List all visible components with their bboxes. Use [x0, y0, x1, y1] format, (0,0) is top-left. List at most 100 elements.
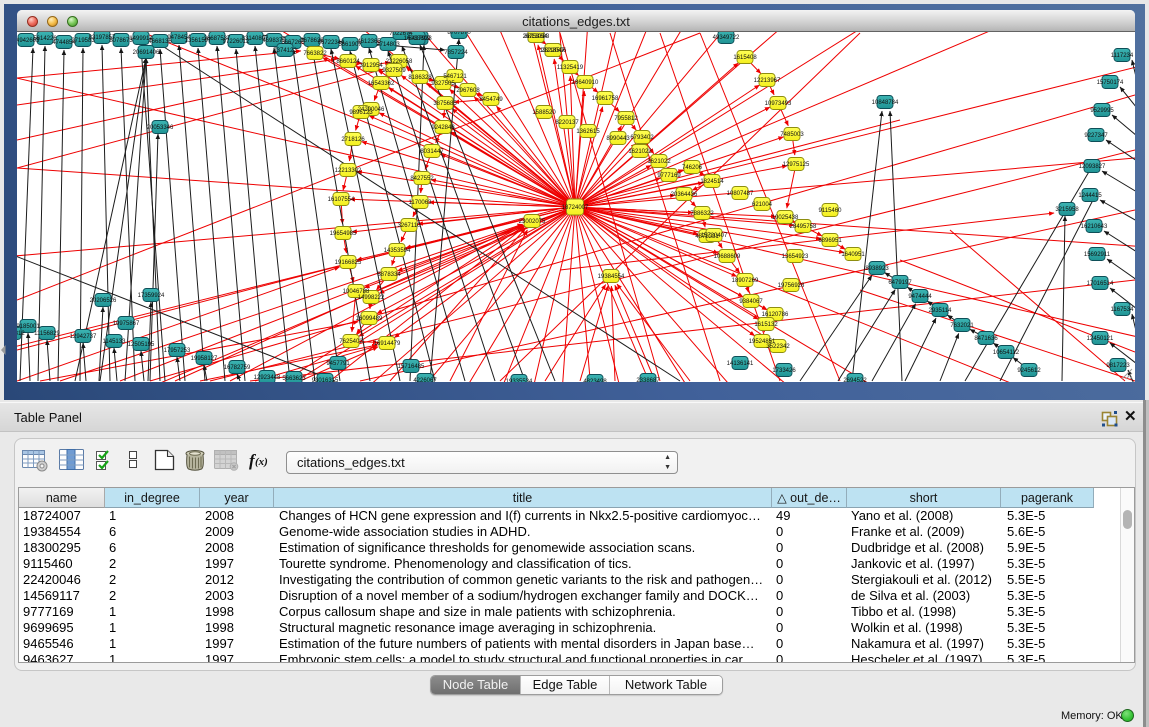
svg-text:1244415: 1244415 [1078, 193, 1102, 199]
svg-text:621004: 621004 [752, 202, 773, 208]
svg-text:20691406: 20691406 [133, 50, 160, 56]
svg-text:12923448: 12923448 [254, 375, 281, 381]
svg-text:15750174: 15750174 [1097, 80, 1124, 86]
svg-text:8220137: 8220137 [555, 120, 579, 126]
svg-text:1615408: 1615408 [733, 55, 757, 61]
svg-text:8938923: 8938923 [865, 266, 889, 272]
svg-text:10975867: 10975867 [113, 321, 140, 327]
svg-text:16782759: 16782759 [224, 365, 251, 371]
svg-text:1733426: 1733426 [772, 368, 796, 374]
svg-text:9115460: 9115460 [819, 208, 843, 214]
svg-text:1117234: 1117234 [1111, 53, 1134, 59]
svg-text:10973493: 10973493 [765, 101, 792, 107]
svg-text:16961758: 16961758 [592, 96, 619, 102]
svg-text:12450121: 12450121 [1087, 336, 1114, 342]
svg-text:6479197: 6479197 [888, 280, 912, 286]
svg-text:6793402: 6793402 [630, 135, 654, 141]
svg-text:49349722: 49349722 [713, 35, 740, 41]
svg-text:12975125: 12975125 [783, 162, 810, 168]
svg-text:19384554: 19384554 [598, 274, 625, 280]
svg-text:9529995: 9529995 [1090, 108, 1114, 114]
svg-text:1824514: 1824514 [700, 179, 724, 185]
svg-text:1615132: 1615132 [754, 322, 778, 328]
svg-text:12213302: 12213302 [335, 168, 362, 174]
svg-text:23002075: 23002075 [519, 219, 546, 225]
svg-text:20053346: 20053346 [147, 125, 174, 131]
svg-text:7632021: 7632021 [950, 323, 974, 329]
svg-text:6896951: 6896951 [818, 238, 842, 244]
svg-text:2714803: 2714803 [376, 42, 400, 48]
svg-text:7886322: 7886322 [690, 211, 714, 217]
svg-text:3915812: 3915812 [17, 331, 25, 337]
svg-text:15716485: 15716485 [398, 364, 425, 370]
svg-text:7485003: 7485003 [780, 132, 804, 138]
svg-text:19335534: 19335534 [506, 379, 533, 382]
svg-text:16914479: 16914479 [374, 341, 401, 347]
svg-text:9245612: 9245612 [1017, 368, 1041, 374]
svg-text:18724007: 18724007 [562, 205, 589, 211]
svg-text:746206: 746206 [682, 165, 703, 171]
svg-text:14353594: 14353594 [384, 248, 411, 254]
svg-text:2338687: 2338687 [636, 378, 660, 382]
svg-text:93016315: 93016315 [312, 378, 339, 382]
svg-text:1621022: 1621022 [647, 159, 671, 165]
svg-text:12942737: 12942737 [70, 334, 97, 340]
svg-text:8707870: 8707870 [447, 32, 471, 36]
svg-text:8427552: 8427552 [410, 176, 434, 182]
svg-text:9896123: 9896123 [349, 110, 373, 116]
svg-text:10025438: 10025438 [772, 215, 799, 221]
svg-text:20206526: 20206526 [90, 298, 117, 304]
svg-text:7857224: 7857224 [444, 50, 468, 56]
svg-text:19958127: 19958127 [191, 356, 218, 362]
svg-text:19218506: 19218506 [540, 48, 567, 54]
svg-text:8660124: 8660124 [336, 59, 360, 65]
svg-text:5663623: 5663623 [282, 376, 306, 382]
svg-text:17359924: 17359924 [138, 293, 165, 299]
svg-text:10654112: 10654112 [993, 350, 1020, 356]
svg-text:9185001: 9185001 [17, 324, 40, 330]
svg-text:8813054: 8813054 [524, 34, 548, 40]
svg-text:17957253: 17957253 [164, 348, 191, 354]
svg-text:4823498: 4823498 [583, 379, 607, 382]
svg-text:9242848: 9242848 [431, 125, 455, 131]
svg-text:19654985: 19654985 [330, 231, 357, 237]
svg-text:10046788: 10046788 [343, 289, 370, 295]
svg-text:1362615: 1362615 [576, 129, 600, 135]
svg-text:16120786: 16120786 [762, 312, 789, 318]
svg-text:3267110: 3267110 [398, 223, 422, 229]
svg-text:3912954: 3912954 [359, 63, 383, 69]
svg-text:15692911: 15692911 [1084, 252, 1111, 258]
svg-text:8471636: 8471636 [974, 336, 998, 342]
svg-text:17016514: 17016514 [1087, 281, 1114, 287]
svg-text:19756928: 19756928 [778, 283, 805, 289]
svg-text:3215958: 3215958 [1055, 207, 1079, 213]
svg-text:7374122: 7374122 [273, 48, 297, 54]
svg-text:1640951: 1640951 [841, 252, 865, 258]
svg-text:11156829: 11156829 [34, 331, 60, 337]
svg-text:16033809: 16033809 [404, 36, 431, 42]
svg-text:12213967: 12213967 [754, 78, 781, 84]
svg-text:28495758: 28495758 [790, 224, 817, 230]
svg-text:9227347: 9227347 [1084, 133, 1108, 139]
svg-text:2694522: 2694522 [843, 378, 867, 382]
svg-text:2718126: 2718126 [341, 137, 365, 143]
svg-text:14136141: 14136141 [727, 361, 754, 367]
svg-text:9384067: 9384067 [739, 299, 763, 305]
svg-text:13654923: 13654923 [782, 254, 809, 260]
svg-text:9327509: 9327509 [382, 68, 406, 74]
svg-text:16107554: 16107554 [328, 197, 355, 203]
svg-text:4226067: 4226067 [413, 378, 437, 382]
svg-text:14998222: 14998222 [358, 295, 385, 301]
svg-text:8031447: 8031447 [420, 149, 444, 155]
svg-text:8186328: 8186328 [408, 75, 432, 81]
svg-text:7625402: 7625402 [339, 339, 363, 345]
svg-text:15720407: 15720407 [701, 233, 728, 239]
svg-text:1170063: 1170063 [409, 200, 433, 206]
svg-text:10848784: 10848784 [872, 100, 899, 106]
svg-text:19166825: 19166825 [335, 260, 362, 266]
svg-text:7955812: 7955812 [614, 116, 638, 122]
svg-text:2935114: 2935114 [929, 308, 953, 314]
svg-text:10807487: 10807487 [727, 191, 754, 197]
svg-text:23226058: 23226058 [386, 59, 413, 65]
svg-text:8990443: 8990443 [606, 136, 630, 142]
